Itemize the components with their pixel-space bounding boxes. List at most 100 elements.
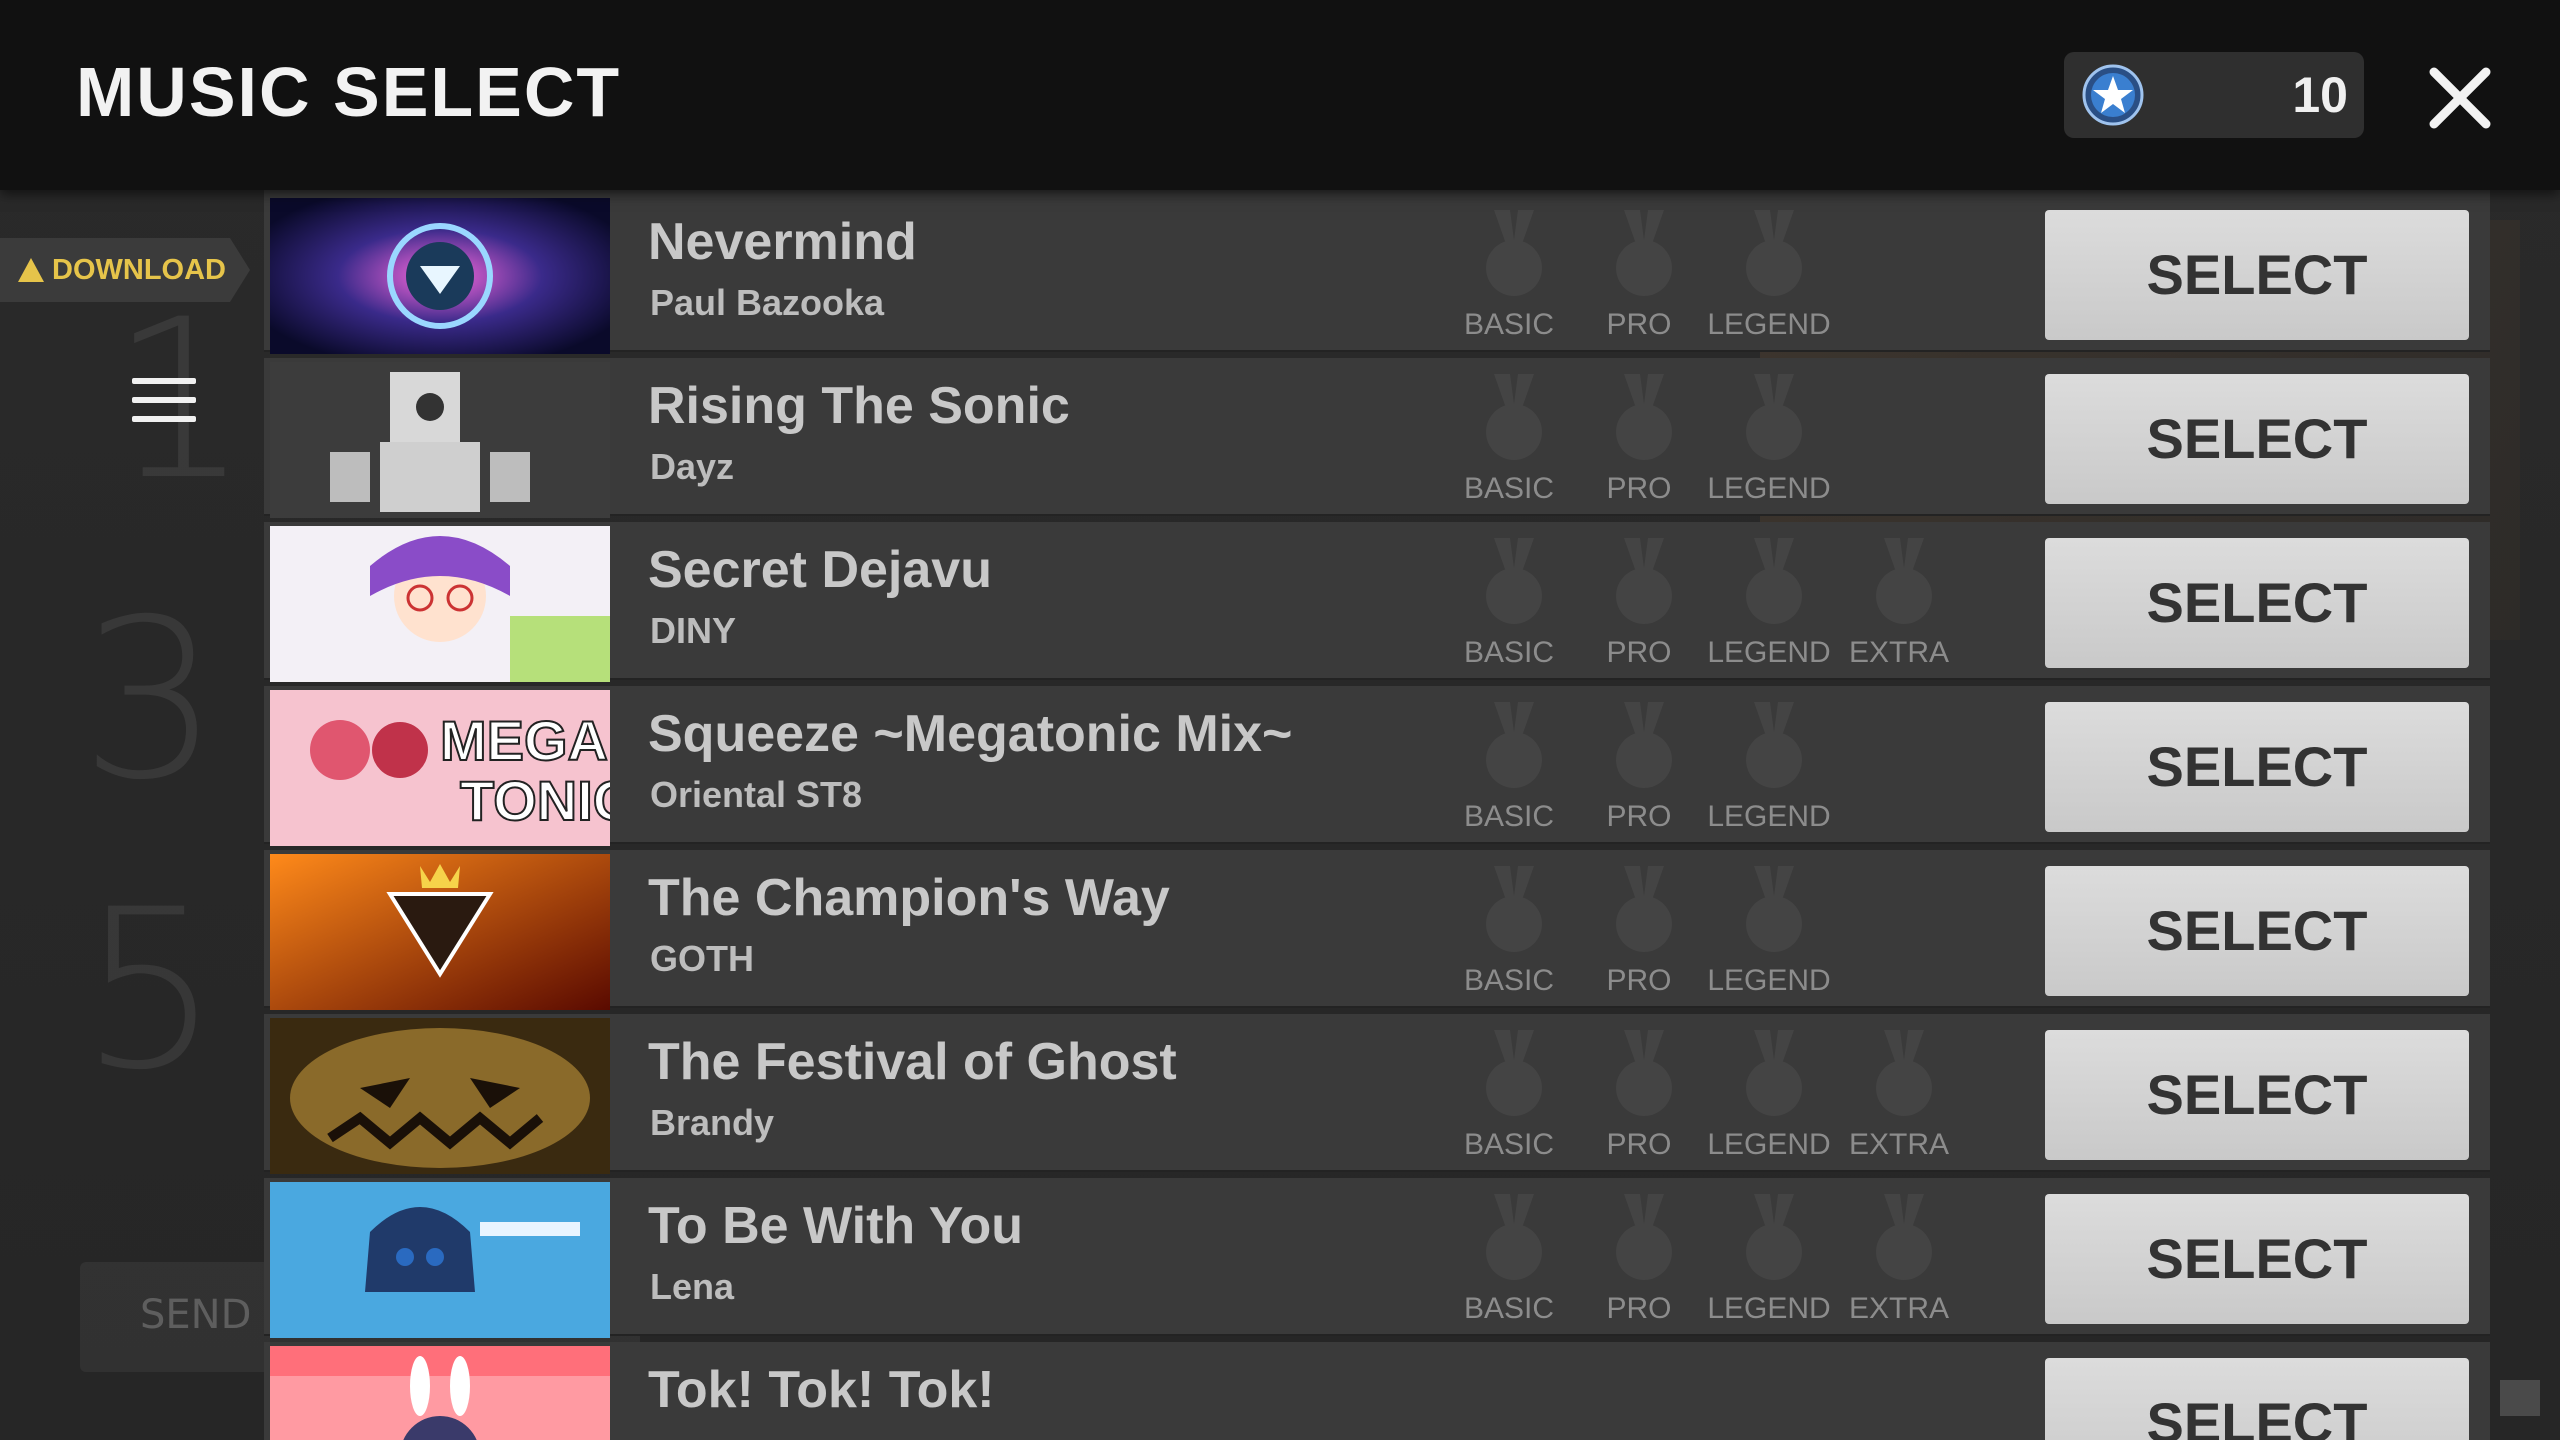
background-digit: 5 <box>80 862 220 1118</box>
medal-icon <box>1484 866 1544 958</box>
medal-icon <box>1484 210 1544 302</box>
list-item[interactable]: Tok! Tok! Tok! SELECT <box>264 1342 2490 1440</box>
list-item[interactable]: Secret Dejavu DINY BASIC PRO LEGEND EXTRA SELE… <box>264 522 2490 682</box>
song-jacket-image <box>270 854 610 1010</box>
difficulty-basic: BASIC <box>1444 358 1574 514</box>
close-icon[interactable] <box>2420 58 2500 138</box>
difficulty-pro: PRO <box>1574 358 1704 514</box>
difficulty-label: PRO <box>1606 308 1672 341</box>
currency-display: 10 <box>2064 52 2364 138</box>
difficulty-legend: LEGEND <box>1704 522 1834 678</box>
medal-icon <box>1484 702 1544 794</box>
medal-icon <box>1614 1030 1674 1122</box>
difficulty-label: EXTRA <box>1848 1292 1950 1325</box>
song-artist: Oriental ST8 <box>650 774 863 815</box>
header-bar: MUSIC SELECT 10 <box>0 0 2560 190</box>
difficulty-label: EXTRA <box>1848 1128 1950 1161</box>
select-button[interactable]: SELECT <box>2045 1030 2469 1160</box>
difficulty-label: BASIC <box>1463 636 1555 669</box>
difficulty-legend: LEGEND <box>1704 194 1834 350</box>
song-jacket-image <box>270 1018 610 1174</box>
medal-icon <box>1744 1030 1804 1122</box>
song-artist: GOTH <box>650 938 754 979</box>
svg-text:TONIC: TONIC <box>460 769 610 832</box>
song-jacket-image <box>270 362 610 518</box>
song-artist: Lena <box>650 1266 735 1307</box>
difficulty-legend: LEGEND <box>1704 850 1834 1006</box>
select-button[interactable]: SELECT <box>2045 210 2469 340</box>
medal-icon <box>1614 702 1674 794</box>
select-button[interactable]: SELECT <box>2045 702 2469 832</box>
difficulty-legend: LEGEND <box>1704 686 1834 842</box>
select-button[interactable]: SELECT <box>2045 1358 2469 1440</box>
list-item[interactable]: MEGATONIC Squeeze ~Megatonic Mix~ Oriental… <box>264 686 2490 846</box>
medal-icon <box>1744 1194 1804 1286</box>
song-title: Squeeze ~Megatonic Mix~ <box>648 705 1293 763</box>
difficulty-label: BASIC <box>1463 964 1555 997</box>
difficulty-pro: PRO <box>1574 850 1704 1006</box>
difficulty-label: LEGEND <box>1707 964 1831 997</box>
song-list[interactable]: Nevermind Paul Bazooka BASIC PRO LEGEND SELEC… <box>264 190 2490 1440</box>
medal-icon <box>1744 538 1804 630</box>
song-title: The Festival of Ghost <box>648 1033 1177 1091</box>
download-label: DOWNLOAD <box>52 254 226 286</box>
difficulty-extra: EXTRA <box>1834 1178 1964 1334</box>
medal-icon <box>1614 866 1674 958</box>
difficulty-extra: EXTRA <box>1834 522 1964 678</box>
difficulty-extra: EXTRA <box>1834 1014 1964 1170</box>
difficulty-legend: LEGEND <box>1704 1014 1834 1170</box>
scrollbar-thumb[interactable] <box>2500 1380 2540 1416</box>
page-title: MUSIC SELECT <box>76 53 622 131</box>
difficulty-label: LEGEND <box>1707 636 1831 669</box>
difficulty-label: EXTRA <box>1848 636 1950 669</box>
song-jacket-image <box>270 526 610 682</box>
medal-icon <box>1614 210 1674 302</box>
song-artist: Dayz <box>650 446 735 487</box>
song-title: Nevermind <box>648 213 917 271</box>
difficulty-label: BASIC <box>1463 472 1555 505</box>
song-artist: Brandy <box>650 1102 775 1143</box>
list-item[interactable]: To Be With You Lena BASIC PRO LEGEND EXTRA SEL… <box>264 1178 2490 1338</box>
medal-icon <box>1614 1194 1674 1286</box>
difficulty-label: PRO <box>1606 472 1672 505</box>
select-button[interactable]: SELECT <box>2045 538 2469 668</box>
hamburger-menu-icon[interactable] <box>132 378 196 422</box>
list-item[interactable]: The Champion's Way GOTH BASIC PRO LEGEND SELE… <box>264 850 2490 1010</box>
medal-icon <box>1744 702 1804 794</box>
difficulty-basic: BASIC <box>1444 194 1574 350</box>
select-button[interactable]: SELECT <box>2045 374 2469 504</box>
medal-icon <box>1874 1194 1934 1286</box>
song-title: The Champion's Way <box>648 869 1170 927</box>
download-tab[interactable]: DOWNLOAD <box>0 238 250 302</box>
song-jacket-image <box>270 1346 610 1440</box>
medal-icon <box>1484 374 1544 466</box>
song-jacket-image <box>270 1182 610 1338</box>
list-item[interactable]: Nevermind Paul Bazooka BASIC PRO LEGEND SELEC… <box>264 194 2490 354</box>
difficulty-label: LEGEND <box>1707 1128 1831 1161</box>
background-digit: 3 <box>80 572 220 828</box>
difficulty-basic: BASIC <box>1444 1014 1574 1170</box>
song-title: Rising The Sonic <box>648 377 1070 435</box>
difficulty-label: PRO <box>1606 636 1672 669</box>
song-artist: DINY <box>650 610 737 651</box>
select-button[interactable]: SELECT <box>2045 866 2469 996</box>
difficulty-pro: PRO <box>1574 1014 1704 1170</box>
difficulty-label: LEGEND <box>1707 472 1831 505</box>
svg-text:MEGA: MEGA <box>440 709 608 772</box>
select-button[interactable]: SELECT <box>2045 1194 2469 1324</box>
medal-icon <box>1484 1030 1544 1122</box>
difficulty-label: PRO <box>1606 964 1672 997</box>
difficulty-basic: BASIC <box>1444 850 1574 1006</box>
medal-icon <box>1744 210 1804 302</box>
medal-icon <box>1484 1194 1544 1286</box>
list-item[interactable]: Rising The Sonic Dayz BASIC PRO LEGEND SELECT <box>264 358 2490 518</box>
list-item[interactable]: The Festival of Ghost Brandy BASIC PRO LEGEN… <box>264 1014 2490 1174</box>
song-title: Tok! Tok! Tok! <box>648 1361 995 1419</box>
medal-icon <box>1744 866 1804 958</box>
medal-icon <box>1874 1030 1934 1122</box>
difficulty-basic: BASIC <box>1444 522 1574 678</box>
difficulty-label: LEGEND <box>1707 1292 1831 1325</box>
difficulty-legend: LEGEND <box>1704 1178 1834 1334</box>
difficulty-basic: BASIC <box>1444 1178 1574 1334</box>
difficulty-pro: PRO <box>1574 686 1704 842</box>
